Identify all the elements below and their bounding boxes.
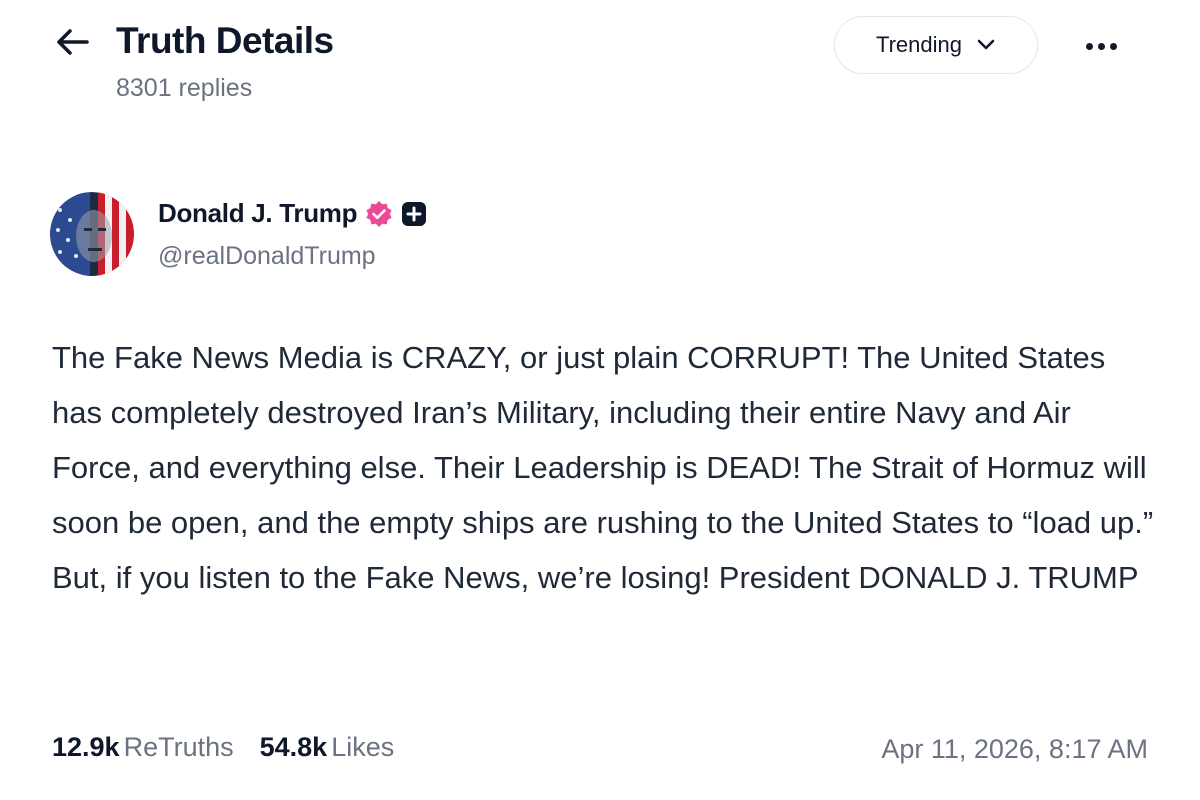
arrow-left-icon: [57, 29, 89, 55]
avatar[interactable]: [50, 192, 134, 276]
likes-count: 54.8k: [259, 732, 328, 762]
post-timestamp: Apr 11, 2026, 8:17 AM: [881, 734, 1148, 764]
sort-dropdown[interactable]: Trending: [834, 16, 1038, 74]
more-options-button[interactable]: [1076, 26, 1126, 66]
replies-count: 8301 replies: [116, 74, 253, 102]
author-handle[interactable]: @realDonaldTrump: [158, 242, 376, 271]
retruths-count: 12.9k: [52, 732, 120, 762]
back-button[interactable]: [52, 22, 92, 62]
sort-label: Trending: [875, 32, 962, 57]
retruths-stat[interactable]: 12.9k ReTruths: [52, 732, 234, 763]
likes-label: Likes: [331, 732, 395, 762]
truth-details-page: Truth Details 8301 replies Trending Dona…: [0, 0, 1200, 800]
plus-badge-icon: [402, 201, 427, 226]
author-name-row: Donald J. Trump: [158, 198, 427, 229]
more-horizontal-icon: [1085, 42, 1093, 50]
chevron-down-icon: [977, 39, 995, 50]
page-title: Truth Details: [116, 20, 334, 61]
retruths-label: ReTruths: [123, 732, 234, 762]
verified-badge-icon: [366, 200, 392, 227]
post-text: The Fake News Media is CRAZY, or just pl…: [52, 340, 1154, 595]
likes-stat[interactable]: 54.8k Likes: [260, 732, 395, 763]
post-stats: 12.9k ReTruths 54.8k Likes: [52, 732, 394, 763]
author-name[interactable]: Donald J. Trump: [158, 198, 357, 229]
